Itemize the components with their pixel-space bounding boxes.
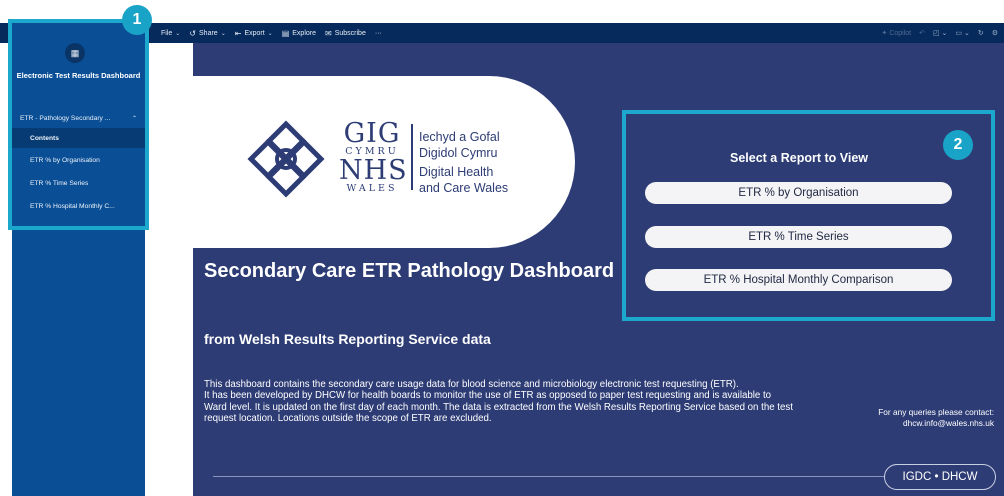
report-title: Secondary Care ETR Pathology Dashboard xyxy=(204,260,615,282)
gig-text: GIG xyxy=(343,118,401,149)
english-org-name: Digital Health and Care Wales xyxy=(419,164,508,196)
logo-banner: GIG CYMRU NHS WALES Iechyd a Gofal Digid… xyxy=(193,76,575,248)
file-menu-label: File xyxy=(161,29,173,37)
logo-divider xyxy=(411,124,413,190)
view-icon[interactable]: ▭ ⌄ xyxy=(955,29,969,37)
refresh-icon[interactable]: ↻ xyxy=(978,29,984,37)
export-label: Export xyxy=(244,29,265,37)
subscribe-label: Subscribe xyxy=(334,29,366,37)
nhs-text: NHS xyxy=(339,154,408,186)
settings-icon[interactable]: ⚙ xyxy=(992,29,998,37)
report-description: This dashboard contains the secondary ca… xyxy=(204,379,793,424)
report-viewer: File ⌄ ↺ Share ⌄ ⇤ Export ⌄ ▤ Explore ✉ … xyxy=(0,0,1004,496)
export-icon: ⇤ xyxy=(234,28,242,38)
more-options-button[interactable]: ··· xyxy=(375,30,382,37)
copilot-button[interactable]: ✦ Copilot xyxy=(881,29,911,37)
annotation-badge-1: 1 xyxy=(122,5,152,35)
toolbar-right: ✦ Copilot ↶ ◰ ⌄ ▭ ⌄ ↻ ⚙ xyxy=(881,23,998,43)
sidebar-highlight-box xyxy=(8,19,149,230)
annotation-badge-2: 2 xyxy=(943,130,973,160)
subscribe-icon: ✉ xyxy=(325,28,332,38)
copilot-label: Copilot xyxy=(889,30,912,37)
share-button[interactable]: ↺ Share ⌄ xyxy=(189,29,225,38)
toolbar-actions: File ⌄ ↺ Share ⌄ ⇤ Export ⌄ ▤ Explore ✉ … xyxy=(161,23,382,43)
igdc-dhcw-badge: IGDC • DHCW xyxy=(884,464,996,490)
bookmark-icon[interactable]: ◰ ⌄ xyxy=(933,29,947,37)
welsh-line-1: Iechyd a Gofal xyxy=(419,130,500,144)
contact-email: dhcw.info@wales.nhs.uk xyxy=(903,418,994,428)
subscribe-button[interactable]: ✉ Subscribe xyxy=(325,29,366,38)
contact-info: For any queries please contact: dhcw.inf… xyxy=(878,407,994,429)
share-label: Share xyxy=(199,29,218,37)
english-line-2: and Care Wales xyxy=(419,181,509,195)
english-line-1: Digital Health xyxy=(419,165,494,179)
report-selector-highlight-box xyxy=(622,110,995,321)
undo-icon[interactable]: ↶ xyxy=(919,29,925,37)
chevron-down-icon: ⌄ xyxy=(267,30,273,37)
explore-icon: ▤ xyxy=(281,28,290,38)
share-icon: ↺ xyxy=(189,28,197,38)
celtic-knot-logo xyxy=(247,120,325,198)
explore-label: Explore xyxy=(292,29,316,37)
welsh-org-name: Iechyd a Gofal Digidol Cymru xyxy=(419,129,500,161)
report-subtitle: from Welsh Results Reporting Service dat… xyxy=(204,331,491,347)
welsh-line-2: Digidol Cymru xyxy=(419,146,498,160)
footer-divider xyxy=(213,476,894,477)
chevron-down-icon: ⌄ xyxy=(220,30,226,37)
export-button[interactable]: ⇤ Export ⌄ xyxy=(235,29,273,38)
gig-nhs-wordmark: GIG CYMRU NHS WALES xyxy=(339,118,408,194)
more-options-label: ··· xyxy=(374,29,382,37)
wales-text: WALES xyxy=(346,182,398,194)
explore-button[interactable]: ▤ Explore xyxy=(282,29,316,38)
chevron-down-icon: ⌄ xyxy=(175,30,181,37)
file-menu-button[interactable]: File ⌄ xyxy=(161,30,180,37)
contact-line-1: For any queries please contact: xyxy=(878,407,994,417)
